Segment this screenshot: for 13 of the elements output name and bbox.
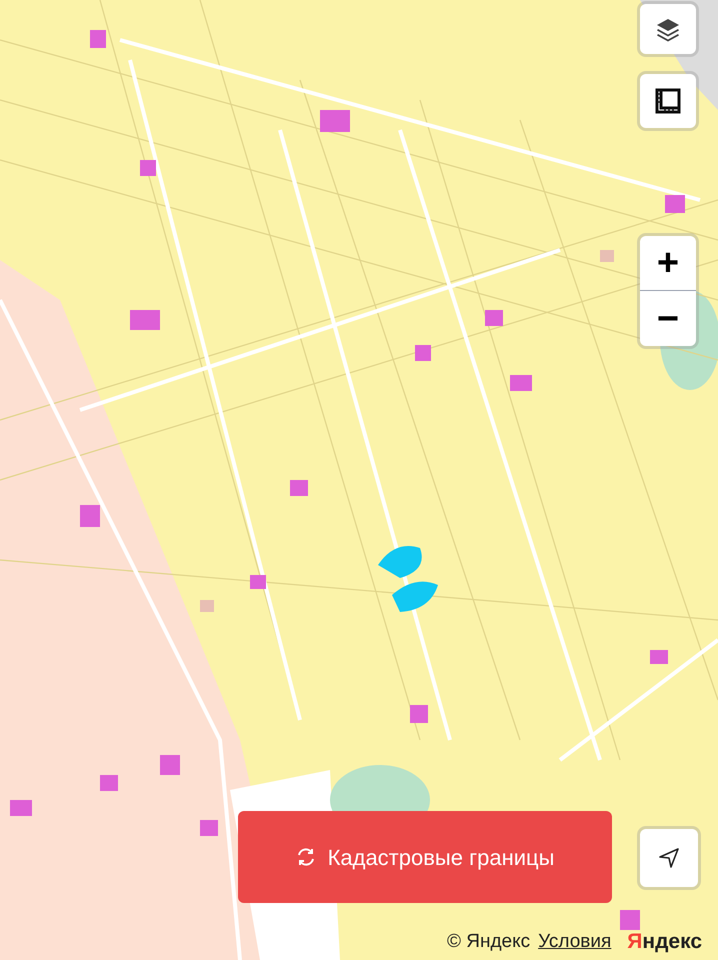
copyright-text: © Яндекс bbox=[446, 930, 530, 954]
terms-link[interactable]: Условия bbox=[538, 928, 612, 956]
navigation-arrow-icon bbox=[658, 847, 680, 869]
layers-icon bbox=[655, 16, 681, 42]
cadastral-borders-button[interactable]: Кадастровые границы bbox=[238, 811, 612, 903]
zoom-out-button[interactable]: − bbox=[640, 291, 696, 346]
yandex-logo: Яндекс bbox=[627, 929, 702, 955]
layers-button[interactable] bbox=[640, 4, 696, 54]
locate-button[interactable] bbox=[640, 829, 698, 887]
zoom-in-button[interactable]: + bbox=[640, 236, 696, 291]
ruler-button[interactable] bbox=[640, 74, 696, 128]
refresh-icon bbox=[296, 847, 316, 867]
ruler-icon bbox=[655, 88, 681, 114]
